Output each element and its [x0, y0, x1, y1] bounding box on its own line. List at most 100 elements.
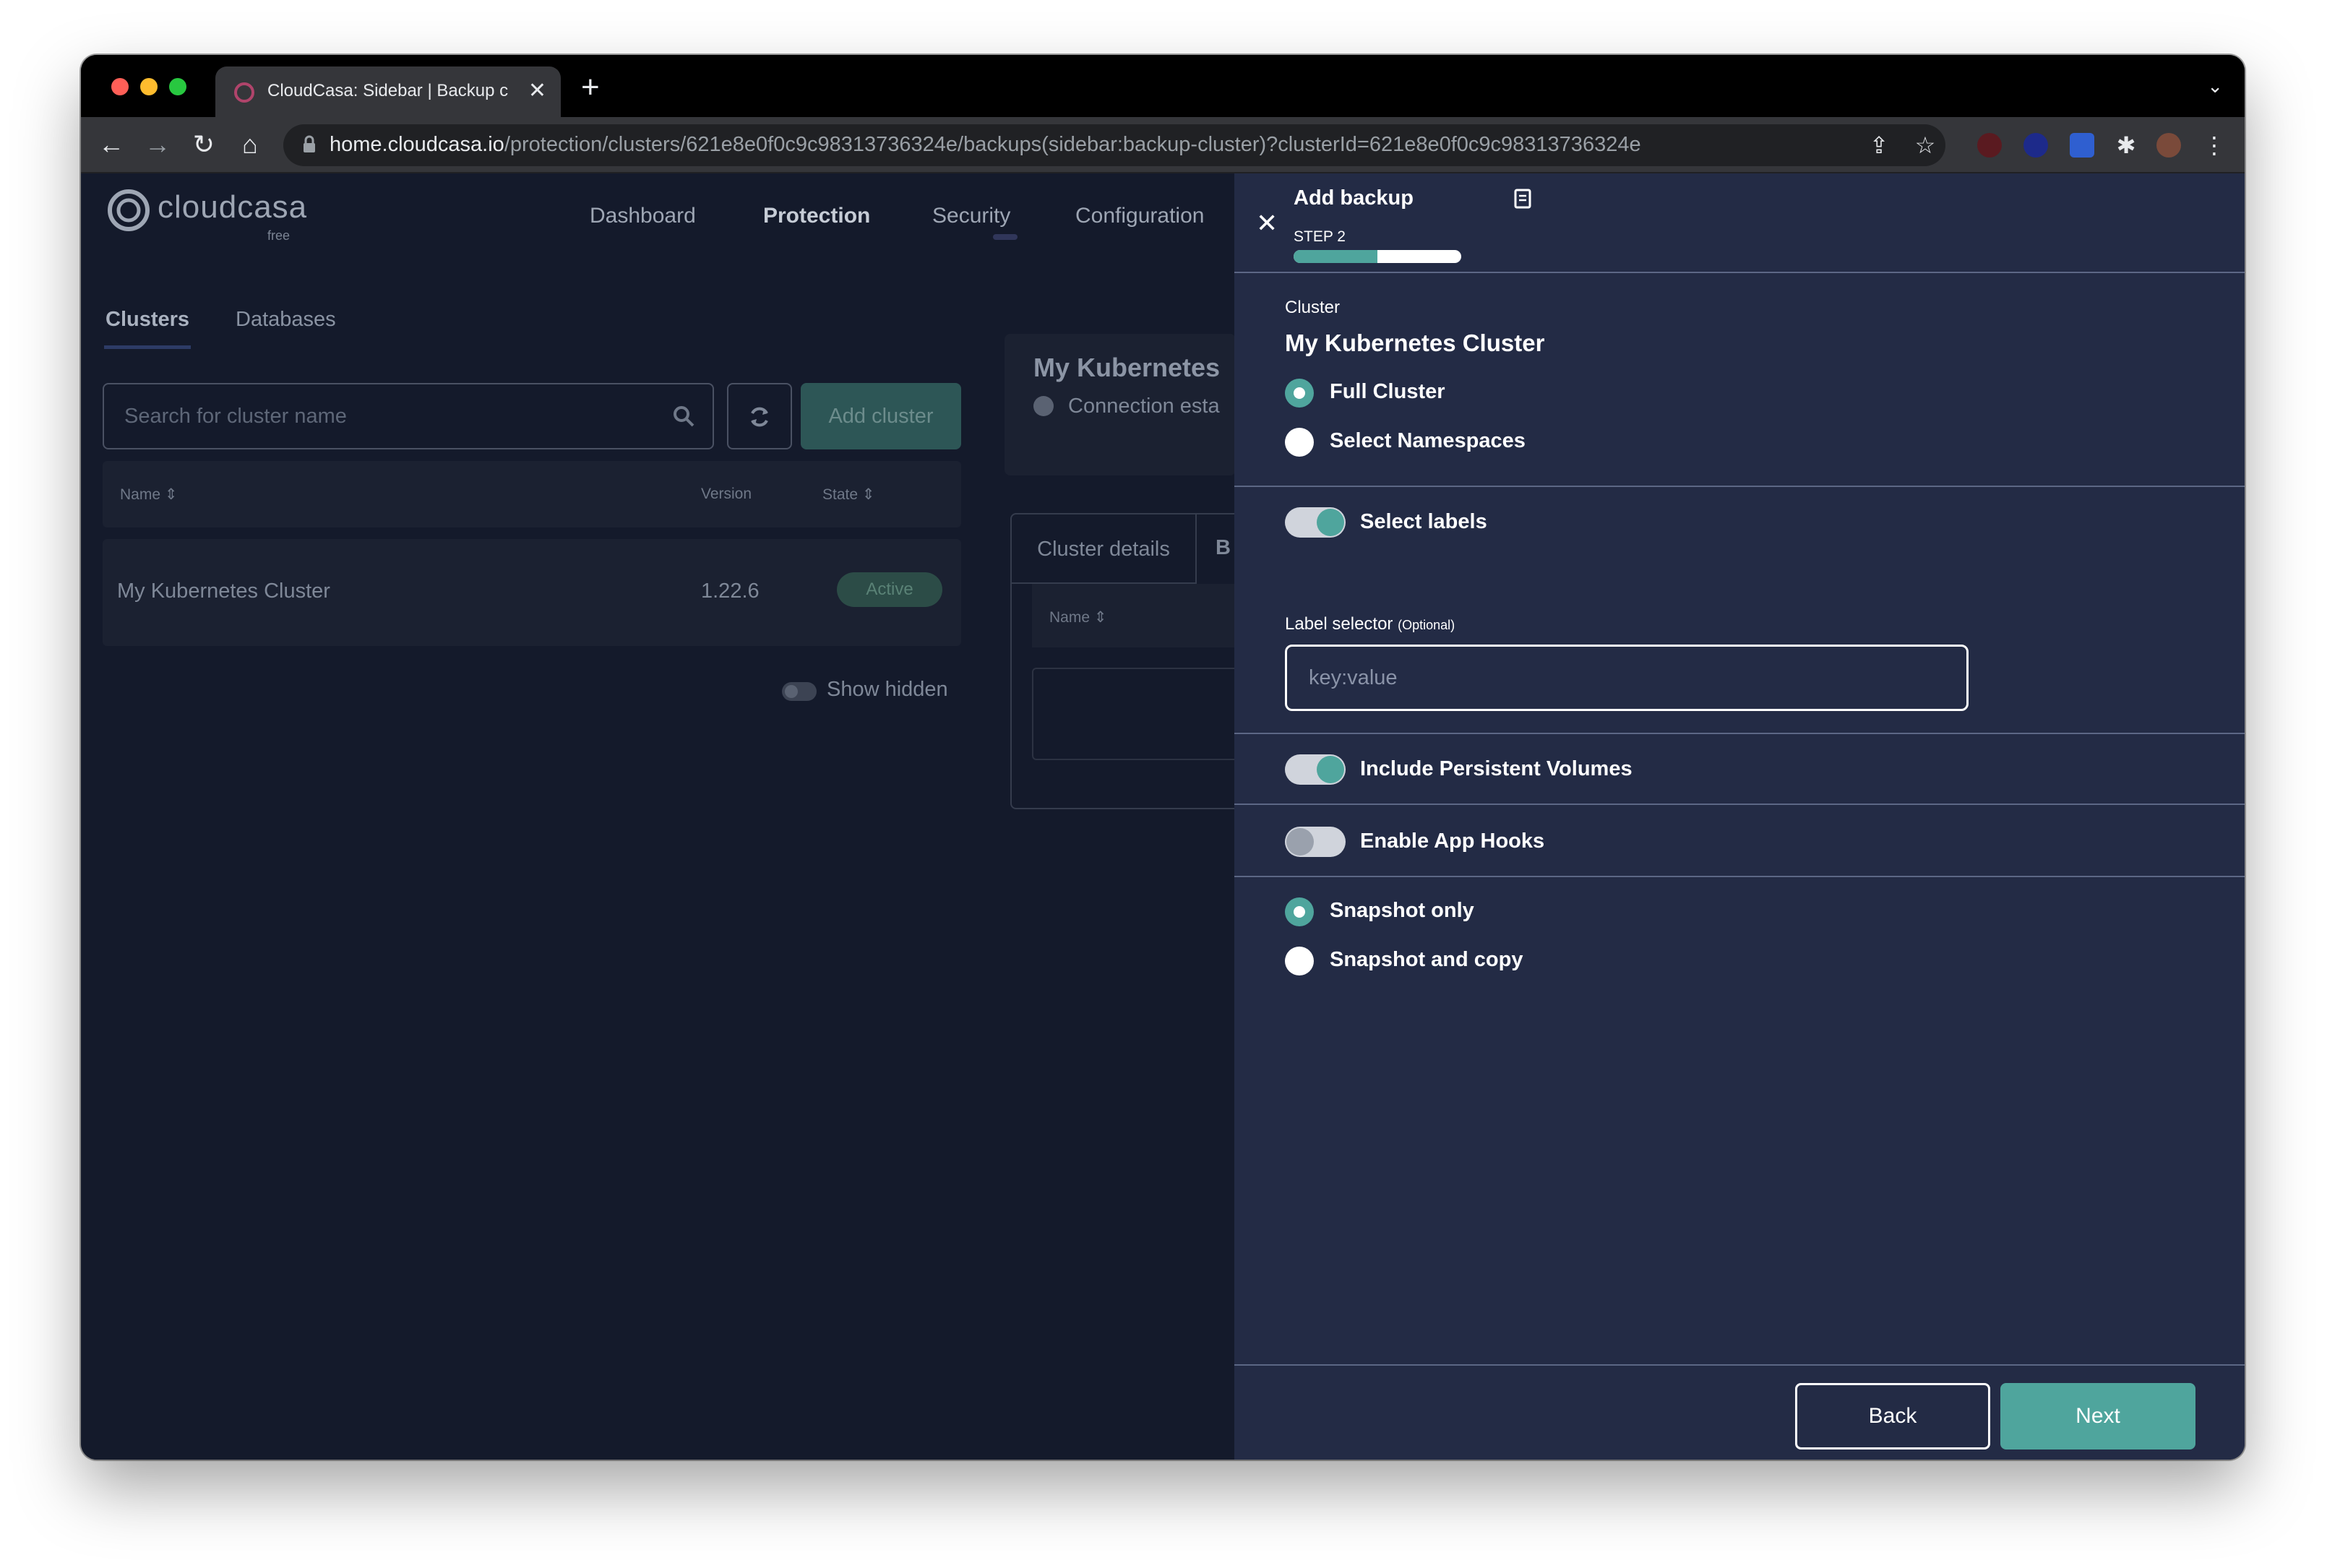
show-hidden-switch[interactable]: [782, 682, 817, 701]
browser-window: CloudCasa: Sidebar | Backup c ✕ + ⌄ ← → …: [81, 55, 2245, 1460]
divider: [1234, 733, 2245, 734]
app-page: cloudcasa free Dashboard Protection Secu…: [81, 173, 2245, 1460]
divider: [1234, 1364, 2245, 1366]
active-tab-indicator: [104, 345, 191, 349]
cluster-name: My Kubernetes Cluster: [1285, 329, 1545, 356]
column-state[interactable]: State ⇕: [822, 486, 874, 504]
cloudcasa-logo[interactable]: cloudcasa free: [107, 184, 324, 243]
close-window-button[interactable]: [111, 78, 129, 95]
document-icon[interactable]: [1513, 188, 1532, 210]
share-icon[interactable]: ⇪: [1863, 130, 1895, 160]
tab-clusters[interactable]: Clusters: [106, 308, 189, 332]
cluster-detail-card: My Kubernetes Connection esta: [1005, 334, 1236, 475]
refresh-button[interactable]: [727, 383, 792, 449]
app-hooks-toggle[interactable]: [1285, 827, 1346, 857]
sidebar-title: Add backup: [1294, 186, 1414, 210]
next-button[interactable]: Next: [2000, 1383, 2195, 1449]
divider: [1234, 876, 2245, 877]
step-progress-bar: [1294, 250, 1461, 263]
back-arrow-icon[interactable]: ←: [95, 129, 127, 160]
full-cluster-radio[interactable]: [1285, 379, 1314, 408]
maximize-window-button[interactable]: [169, 78, 186, 95]
minimize-window-button[interactable]: [140, 78, 158, 95]
add-backup-sidebar: ✕ Add backup STEP 2 Cluster My Kubernete…: [1234, 173, 2245, 1460]
nav-dashboard[interactable]: Dashboard: [590, 204, 696, 228]
extensions-puzzle-icon[interactable]: ✱: [2110, 130, 2142, 160]
add-cluster-button[interactable]: Add cluster: [801, 383, 961, 449]
home-icon[interactable]: ⌂: [234, 129, 266, 160]
logo-text: cloudcasa: [158, 189, 308, 225]
label-selector-input-wrapper: [1285, 645, 1969, 711]
detail-table-body: [1032, 668, 1249, 760]
browser-tab[interactable]: CloudCasa: Sidebar | Backup c ✕: [215, 66, 561, 117]
cloudcasa-logo-icon: [108, 189, 150, 231]
lock-icon: [304, 135, 315, 152]
browser-toolbar: ← → ↻ ⌂ home.cloudcasa.io/protection/clu…: [81, 117, 2245, 173]
divider: [1234, 804, 2245, 805]
cluster-search-input[interactable]: Search for cluster name: [103, 383, 714, 449]
cluster-label: Cluster: [1285, 298, 1341, 317]
profile-avatar[interactable]: [2156, 133, 2181, 158]
column-version: Version: [701, 486, 752, 502]
select-labels-label: Select labels: [1360, 510, 1487, 533]
tab-cluster-details[interactable]: Cluster details: [1012, 514, 1197, 584]
logo-plan-label: free: [267, 228, 291, 243]
browser-menu-icon[interactable]: ⋮: [2198, 130, 2230, 160]
label-selector-input[interactable]: [1287, 647, 1966, 709]
cluster-table-header: Name ⇕ Version State ⇕: [103, 461, 961, 527]
table-row[interactable]: My Kubernetes Cluster 1.22.6 Active: [103, 539, 961, 646]
address-bar[interactable]: home.cloudcasa.io/protection/clusters/62…: [283, 124, 1945, 166]
search-icon: [674, 406, 694, 427]
bookmark-star-icon[interactable]: ☆: [1909, 130, 1941, 160]
app-hooks-label: Enable App Hooks: [1360, 830, 1545, 853]
cluster-version-cell: 1.22.6: [701, 580, 760, 603]
status-badge: Active: [837, 572, 942, 607]
step-indicator: STEP 2: [1294, 228, 1346, 245]
nav-indicator: [993, 234, 1018, 240]
cluster-name-cell: My Kubernetes Cluster: [117, 580, 330, 603]
tab-databases[interactable]: Databases: [236, 308, 336, 332]
bitwarden-shield-icon[interactable]: [2070, 133, 2094, 158]
extension-circle-icon[interactable]: [2023, 133, 2048, 158]
url-text: home.cloudcasa.io/protection/clusters/62…: [330, 133, 1641, 156]
nav-security[interactable]: Security: [932, 204, 1010, 228]
reload-icon[interactable]: ↻: [188, 129, 220, 160]
label-selector-label: Label selector (Optional): [1285, 614, 1455, 634]
check-circle-icon: [1033, 396, 1054, 416]
tab-title: CloudCasa: Sidebar | Backup c: [267, 81, 509, 100]
back-button[interactable]: Back: [1795, 1383, 1990, 1449]
tab-strip: CloudCasa: Sidebar | Backup c ✕ + ⌄: [81, 55, 2245, 117]
search-placeholder: Search for cluster name: [124, 405, 347, 428]
forward-arrow-icon[interactable]: →: [142, 129, 173, 160]
select-namespaces-radio[interactable]: [1285, 428, 1314, 457]
extension-flame-icon[interactable]: [1977, 133, 2002, 158]
nav-configuration[interactable]: Configuration: [1075, 204, 1204, 228]
snapshot-and-copy-label: Snapshot and copy: [1330, 948, 1523, 971]
select-namespaces-label: Select Namespaces: [1330, 429, 1526, 452]
snapshot-only-label: Snapshot only: [1330, 899, 1474, 922]
tab-backups[interactable]: B: [1216, 536, 1231, 560]
show-hidden-label: Show hidden: [827, 678, 948, 701]
detail-title: My Kubernetes: [1033, 353, 1221, 382]
cloudcasa-favicon-icon: [234, 82, 254, 103]
close-sidebar-icon[interactable]: ✕: [1256, 208, 1278, 238]
select-labels-toggle[interactable]: [1285, 507, 1346, 538]
tab-close-icon[interactable]: ✕: [528, 77, 546, 105]
divider: [1234, 486, 2245, 487]
include-pv-label: Include Persistent Volumes: [1360, 757, 1633, 780]
include-pv-toggle[interactable]: [1285, 754, 1346, 785]
new-tab-icon[interactable]: +: [581, 69, 600, 105]
detail-column-name[interactable]: Name ⇕: [1049, 608, 1106, 626]
snapshot-and-copy-radio[interactable]: [1285, 947, 1314, 975]
tab-search-chevron-icon[interactable]: ⌄: [2207, 75, 2223, 98]
refresh-icon: [751, 407, 768, 427]
divider: [1234, 272, 2245, 273]
column-name[interactable]: Name ⇕: [120, 486, 177, 504]
snapshot-only-radio[interactable]: [1285, 897, 1314, 926]
detail-table-header: Name ⇕: [1032, 584, 1249, 647]
step-progress-fill: [1294, 250, 1377, 263]
nav-protection[interactable]: Protection: [763, 204, 870, 228]
connection-status: Connection esta: [1068, 395, 1220, 418]
full-cluster-label: Full Cluster: [1330, 380, 1445, 403]
detail-tabs-panel: Cluster details B Name ⇕: [1010, 513, 1249, 809]
